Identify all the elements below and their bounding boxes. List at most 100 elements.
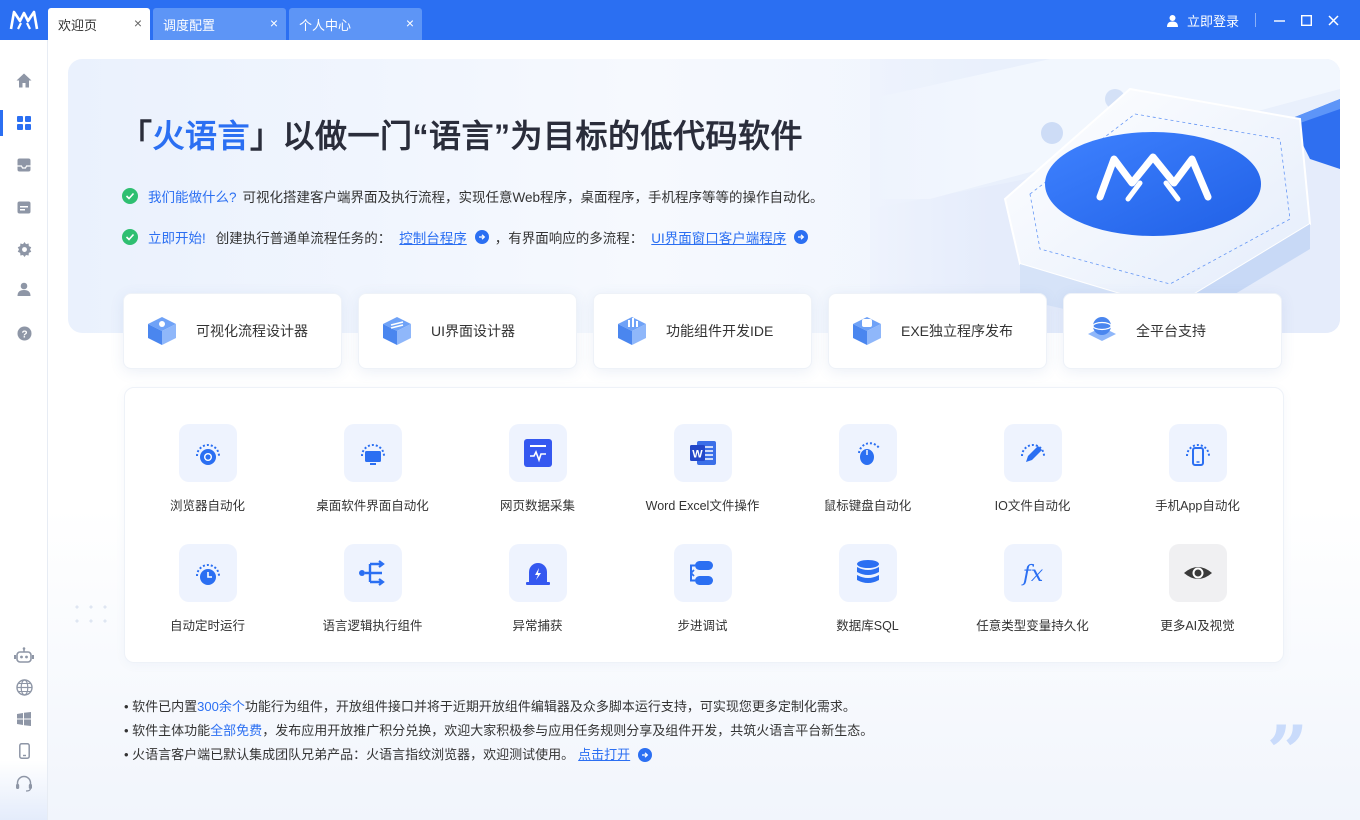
tab-welcome[interactable]: 欢迎页 × [48, 8, 150, 40]
console-program-link[interactable]: 控制台程序 [399, 227, 467, 247]
grid-item-label: 网页数据采集 [499, 499, 575, 513]
grid-item-desktop[interactable]: 桌面软件界面自动化 [290, 424, 455, 524]
grid-item-mouse-keyboard[interactable]: 鼠标键盘自动化 [785, 424, 950, 524]
grid-item-mobile-app[interactable]: 手机App自动化 [1115, 424, 1280, 524]
grid-item-debug[interactable]: 步进调试 [620, 544, 785, 644]
tab-personal-center[interactable]: 个人中心 × [289, 8, 422, 40]
check-icon [122, 188, 138, 204]
tab-schedule-config[interactable]: 调度配置 × [153, 8, 286, 40]
grid-item-label: Word Excel文件操作 [645, 499, 760, 513]
arrow-right-icon[interactable] [794, 230, 809, 244]
feature-card-exe-publish[interactable]: EXE独立程序发布 [828, 293, 1047, 369]
close-icon[interactable]: × [134, 16, 142, 30]
home-icon [16, 73, 32, 87]
globe-icon [15, 678, 33, 696]
maximize-button[interactable] [1293, 0, 1319, 40]
note-text: • 火语言客户端已默认集成团队兄弟产品：火语言指纹浏览器，欢迎测试使用。 [124, 747, 575, 762]
login-label: 立即登录 [1186, 13, 1239, 29]
fx-icon: fx [1003, 544, 1062, 602]
title-bracket: 「 [120, 118, 153, 154]
feature-card-cross-platform[interactable]: 全平台支持 [1063, 293, 1282, 369]
open-browser-link[interactable]: 点击打开 [578, 743, 630, 767]
hero-line-text: ，有界面响应的多流程： [494, 231, 644, 246]
welcome-page: 「火语言」以做一门“语言”为目标的低代码软件 我们能做什么? 可视化搭建客户端界… [48, 40, 1360, 820]
quote-mark-icon: ” [1266, 709, 1308, 794]
app-logo-icon [0, 0, 48, 40]
grid-item-exception[interactable]: 异常捕获 [455, 544, 620, 644]
sidebar-item-help[interactable]: ? [0, 312, 48, 354]
tab-label: 调度配置 [163, 17, 216, 33]
grid-item-label: 任意类型变量持久化 [976, 619, 1089, 633]
sidebar-item-apps[interactable] [0, 102, 48, 144]
sidebar-item-calendar[interactable] [0, 186, 48, 228]
minimize-icon [1273, 19, 1285, 22]
hero-title: 「火语言」以做一门“语言”为目标的低代码软件 [120, 111, 803, 157]
hero-banner: 「火语言」以做一门“语言”为目标的低代码软件 我们能做什么? 可视化搭建客户端界… [68, 59, 1340, 333]
grid-item-label: 自动定时运行 [169, 619, 245, 633]
feature-card-flow-designer[interactable]: 可视化流程设计器 [123, 293, 342, 369]
debug-icon [673, 544, 732, 602]
sidebar-item-support[interactable] [0, 762, 48, 804]
arrow-right-icon[interactable] [638, 748, 653, 762]
minimize-button[interactable] [1266, 0, 1292, 40]
grid-item-label: 语言逻辑执行组件 [322, 619, 423, 633]
close-icon[interactable]: × [406, 16, 414, 30]
feature-card-ide[interactable]: 功能组件开发IDE [593, 293, 812, 369]
grid-item-browser[interactable]: 浏览器自动化 [125, 424, 290, 524]
grid-item-io-file[interactable]: IO文件自动化 [950, 424, 1115, 524]
title-rest: 」以做一门“语言”为目标的低代码软件 [250, 118, 804, 154]
grid-item-label: 桌面软件界面自动化 [316, 499, 429, 513]
note-text: 功能行为组件，开放组件接口并将于近期开放组件编辑器及众多脚本运行支持，可实现您更… [244, 699, 856, 714]
grid-item-schedule[interactable]: 自动定时运行 [125, 544, 290, 644]
feature-card-ui-designer[interactable]: UI界面设计器 [358, 293, 577, 369]
grid-item-ai-vision[interactable]: 更多AI及视觉 [1115, 544, 1280, 644]
sidebar-item-user[interactable] [0, 268, 48, 310]
svg-text:?: ? [21, 329, 27, 340]
hero-line-lead: 立即开始! [148, 231, 206, 246]
tab-label: 欢迎页 [58, 17, 98, 33]
database-icon [838, 544, 897, 602]
flow-designer-icon [148, 317, 176, 345]
grid-item-variable[interactable]: fx 任意类型变量持久化 [950, 544, 1115, 644]
feature-label: 全平台支持 [1136, 323, 1206, 339]
word-icon: W [673, 424, 732, 482]
web-scrape-icon [508, 424, 567, 482]
headset-icon [16, 775, 32, 792]
login-button[interactable]: 立即登录 [1166, 11, 1239, 30]
sidebar-item-home[interactable] [0, 59, 48, 101]
title-bar: 欢迎页 × 调度配置 × 个人中心 × 立即登录 [0, 0, 1360, 40]
note-highlight: 300余个 [197, 699, 245, 714]
user-icon [1166, 14, 1178, 27]
title-brand: 火语言 [152, 118, 251, 154]
notes-list: • 软件已内置300余个功能行为组件，开放组件接口并将于近期开放组件编辑器及众多… [124, 695, 873, 767]
hero-illustration [870, 59, 1340, 333]
grid-item-label: 更多AI及视觉 [1160, 619, 1235, 633]
grid-item-web-scrape[interactable]: 网页数据采集 [455, 424, 620, 524]
mouse-icon [838, 424, 897, 482]
hero-line-start: 立即开始! 创建执行普通单流程任务的： 控制台程序 ，有界面响应的多流程： UI… [122, 227, 814, 247]
maximize-icon [1300, 14, 1312, 26]
alarm-icon [508, 544, 567, 602]
clock-icon [178, 544, 237, 602]
feature-label: 功能组件开发IDE [666, 323, 774, 339]
phone-icon [1168, 424, 1227, 482]
feature-label: UI界面设计器 [431, 323, 515, 339]
help-icon: ? [17, 326, 31, 340]
io-file-icon [1003, 424, 1062, 482]
sidebar-item-inbox[interactable] [0, 144, 48, 186]
windows-icon [17, 712, 31, 726]
grid-item-database[interactable]: 数据库SQL [785, 544, 950, 644]
note-text: • 软件已内置 [124, 699, 198, 714]
capability-grid: 浏览器自动化 桌面软件界面自动化 网页数据采集 W Word Excel文件操作… [124, 387, 1284, 663]
note-free: • 软件主体功能全部免费，发布应用开放推广积分兑换，欢迎大家积极参与应用任务规则… [124, 719, 873, 743]
grid-item-word-excel[interactable]: W Word Excel文件操作 [620, 424, 785, 524]
close-icon[interactable]: × [270, 16, 278, 30]
tab-label: 个人中心 [299, 17, 352, 33]
sidebar-item-settings[interactable] [0, 228, 48, 270]
ui-client-program-link[interactable]: UI界面窗口客户端程序 [651, 227, 786, 247]
window-close-button[interactable] [1320, 0, 1346, 40]
grid-item-logic[interactable]: 语言逻辑执行组件 [290, 544, 455, 644]
arrow-right-icon[interactable] [474, 230, 489, 244]
grid-item-label: 鼠标键盘自动化 [823, 499, 912, 513]
close-icon [1327, 14, 1339, 26]
